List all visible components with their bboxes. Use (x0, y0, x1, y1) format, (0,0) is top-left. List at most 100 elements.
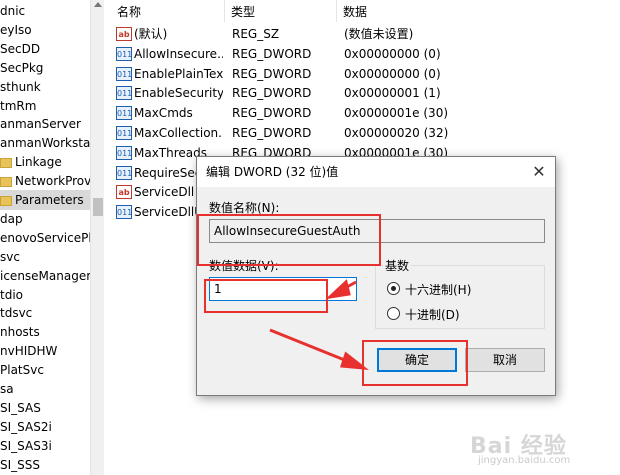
tree-item[interactable]: Parameters (0, 190, 90, 210)
tree-item[interactable]: NetworkProvid (0, 171, 102, 191)
annotation-box-name (197, 214, 381, 266)
dword-value-icon: 011 (116, 205, 132, 220)
value-data: 0x00000000 (0) (344, 46, 441, 61)
tree-item-label: Parameters (15, 193, 84, 207)
tree-item[interactable]: dap (0, 209, 90, 229)
dword-value-icon: 011 (116, 145, 132, 160)
tree-item-label: PlatSvc (0, 363, 44, 378)
column-header-data[interactable]: 数据 (337, 0, 537, 22)
value-name: EnablePlainTex... (134, 66, 223, 81)
tree-item[interactable]: Linkage (0, 152, 90, 172)
tree-item[interactable]: anmanWorkstatio (0, 133, 104, 153)
value-row[interactable]: 011EnablePlainTex... REG_DWORD 0x00000000 … (105, 64, 620, 84)
value-row[interactable]: ab (默认) REG_SZ (数值未设置) (105, 24, 620, 44)
value-type: REG_DWORD (232, 126, 312, 140)
annotation-box-data (204, 279, 328, 313)
string-value-icon: ab (116, 185, 132, 200)
value-type: REG_DWORD (232, 46, 312, 61)
tree-item[interactable]: SI_SSS (0, 455, 90, 475)
tree-item-label: enovoServicePlug (0, 230, 104, 245)
tree-item[interactable]: tdio (0, 285, 90, 305)
column-header-name[interactable]: 名称 (111, 0, 225, 22)
annotation-box-ok (362, 340, 468, 386)
value-name: EnableSecurity... (134, 86, 223, 101)
tree-item[interactable]: tmRm (0, 96, 90, 116)
tree-item[interactable]: SI_SAS2i (0, 417, 90, 437)
value-type: REG_DWORD (232, 66, 312, 81)
column-header-type[interactable]: 类型 (225, 0, 337, 22)
dialog-title: 编辑 DWORD (32 位)值 (206, 165, 339, 179)
dec-radio-label[interactable]: 十进制(D) (405, 306, 460, 323)
hex-radio-label[interactable]: 十六进制(H) (405, 281, 471, 298)
cancel-button[interactable]: 取消 (465, 348, 545, 372)
tree-item[interactable]: eyIso (0, 20, 90, 40)
tree-item[interactable]: SecPkg (0, 58, 90, 78)
tree-item-label: anmanServer (0, 117, 81, 132)
dword-value-icon: 011 (116, 86, 132, 101)
registry-tree[interactable]: dnic eyIso SecDD SecPkg sthunk tmRm anmanServe… (0, 0, 104, 475)
tree-item-label: SecPkg (0, 60, 44, 75)
tree-item[interactable]: dnic (0, 1, 90, 21)
scroll-up-arrow-icon[interactable] (94, 2, 102, 7)
close-icon[interactable]: ✕ (529, 162, 549, 182)
folder-icon (0, 176, 12, 187)
dec-radio[interactable] (387, 307, 400, 320)
tree-item-label: tmRm (0, 98, 37, 113)
tree-item[interactable]: nvHIDHW (0, 341, 90, 361)
tree-item-label: dap (0, 211, 23, 226)
tree-item[interactable]: sthunk (0, 77, 90, 97)
tree-item-label: SecDD (0, 41, 41, 56)
tree-item-label: Linkage (15, 155, 62, 170)
value-name: MaxCmds (134, 106, 193, 121)
tree-item-label: SI_SSS (0, 457, 41, 472)
value-data: 0x00000020 (32) (344, 126, 449, 140)
tree-item-label: icenseManager (0, 268, 92, 283)
string-value-icon: ab (116, 27, 132, 41)
tree-item[interactable]: svc (0, 247, 90, 267)
tree-item[interactable]: icenseManager (0, 266, 92, 286)
tree-item[interactable]: SI_SAS (0, 398, 90, 418)
value-type: REG_SZ (232, 27, 280, 41)
dword-value-icon: 011 (116, 106, 132, 121)
value-type: REG_DWORD (232, 86, 312, 101)
tree-scrollbar[interactable] (90, 0, 104, 475)
tree-item[interactable]: enovoServicePlug (0, 228, 104, 248)
base-group-label: 基数 (383, 257, 412, 274)
dword-value-icon: 011 (116, 165, 132, 180)
tree-item-label: tdsvc (0, 306, 33, 321)
tree-item-label: anmanWorkstatio (0, 136, 104, 151)
value-row[interactable]: 011 AllowInsecure... REG_DWORD 0x00000000 (… (105, 44, 620, 64)
value-data: 0x0000001e (30) (344, 106, 449, 121)
tree-item[interactable]: anmanServer (0, 114, 90, 134)
folder-icon (0, 195, 12, 206)
tree-item-label: SI_SAS2i (0, 419, 52, 434)
value-name: MaxCollection... (134, 126, 223, 140)
value-row[interactable]: 011 MaxCollection... REG_DWORD 0x00000020 (… (105, 123, 620, 143)
tree-item[interactable]: nhosts (0, 322, 90, 342)
tree-item[interactable]: SI_SAS3i (0, 436, 90, 456)
tree-item-label: eyIso (0, 22, 32, 37)
watermark-url: jingyan.baidu.com (478, 455, 571, 466)
tree-item-label: SI_SAS (0, 400, 41, 415)
tree-item[interactable]: SecDD (0, 39, 90, 59)
scroll-thumb[interactable] (93, 198, 103, 216)
value-type: REG_DWORD (232, 106, 312, 121)
value-name: (默认) (134, 27, 168, 41)
dword-value-icon: 011 (116, 46, 132, 61)
value-data: (数值未设置) (344, 27, 414, 41)
dword-value-icon: 011 (116, 66, 132, 81)
value-data: 0x00000001 (1) (344, 86, 441, 101)
hex-radio[interactable] (387, 282, 400, 295)
tree-item-label: svc (0, 249, 20, 264)
value-row[interactable]: 011 MaxCmds REG_DWORD 0x0000001e (30) (105, 103, 620, 123)
tree-item-label: nhosts (0, 325, 40, 340)
tree-item-label: tdio (0, 287, 23, 302)
dialog-titlebar[interactable]: 编辑 DWORD (32 位)值 ✕ (197, 157, 555, 187)
tree-item[interactable]: tdsvc (0, 303, 90, 323)
tree-item-label: nvHIDHW (0, 344, 58, 359)
tree-item-label: SI_SAS3i (0, 438, 52, 453)
tree-item-label: sthunk (0, 79, 41, 94)
tree-item[interactable]: sa (0, 379, 90, 399)
tree-item[interactable]: PlatSvc (0, 360, 90, 380)
value-row[interactable]: 011EnableSecurity... REG_DWORD 0x00000001 … (105, 83, 620, 103)
